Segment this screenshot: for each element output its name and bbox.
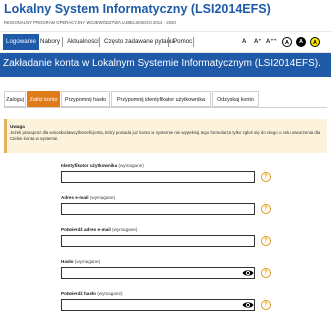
content-panel: Zaloguj Załóż konto Przypomnij hasło Prz… <box>0 77 331 330</box>
contrast-dark-button[interactable]: A <box>296 37 306 47</box>
notice-body: Jeżeli pracujesz dla wnioskodawcy/benefi… <box>10 130 321 141</box>
password-confirm-field: Potwierdź hasło (wymagane) ? <box>61 291 276 311</box>
notice-title: Uwaga <box>10 124 25 129</box>
tab-przypomnij-identyfikator[interactable]: Przypomnij identyfikator użytkownika <box>111 91 211 107</box>
username-input[interactable] <box>61 171 255 183</box>
nav-separator <box>168 37 169 47</box>
tab-zaloz-konto[interactable]: Załóż konto <box>27 91 60 107</box>
password-input[interactable] <box>61 267 255 279</box>
nav-item-faq[interactable]: Często zadawane pytania <box>101 34 178 50</box>
font-larger-button[interactable]: A⁺ <box>254 37 262 47</box>
main-nav: Logowanie Nabory Aktualności Często zada… <box>0 32 331 52</box>
email-confirm-label: Potwierdź adres e-mail (wymagane) <box>61 227 138 232</box>
nav-separator <box>99 37 100 47</box>
nav-separator <box>62 37 63 47</box>
font-normal-button[interactable]: A <box>242 37 246 47</box>
page-banner: Zakładanie konta w Lokalnym Systemie Inf… <box>0 53 331 77</box>
tab-divider <box>4 107 327 108</box>
site-header: Lokalny System Informatyczny (LSI2014EFS… <box>0 0 331 31</box>
help-icon[interactable]: ? <box>261 172 271 182</box>
font-largest-button[interactable]: A⁺⁺ <box>266 37 277 47</box>
contrast-default-button[interactable]: A <box>282 37 292 47</box>
page-title: Zakładanie konta w Lokalnym Systemie Inf… <box>3 58 321 69</box>
password-confirm-input[interactable] <box>61 299 255 311</box>
username-field: Identyfikator użytkownika (wymagane) ? <box>61 163 276 183</box>
password-confirm-label: Potwierdź hasło (wymagane) <box>61 291 123 296</box>
password-label: Hasło (wymagane) <box>61 259 101 264</box>
nav-separator <box>193 37 194 47</box>
password-field: Hasło (wymagane) ? <box>61 259 276 279</box>
help-icon[interactable]: ? <box>261 268 271 278</box>
nav-item-logowanie[interactable]: Logowanie <box>3 34 39 50</box>
notice-box: Uwaga Jeżeli pracujesz dla wnioskodawcy/… <box>4 119 327 153</box>
nav-item-aktualnosci[interactable]: Aktualności <box>64 34 102 50</box>
nav-item-nabory[interactable]: Nabory <box>37 34 63 50</box>
site-title[interactable]: Lokalny System Informatyczny (LSI2014EFS… <box>4 2 271 16</box>
tab-przypomnij-haslo[interactable]: Przypomnij hasło <box>61 91 110 107</box>
help-icon[interactable]: ? <box>261 236 271 246</box>
email-confirm-field: Potwierdź adres e-mail (wymagane) ? <box>61 227 276 247</box>
username-label: Identyfikator użytkownika (wymagane) <box>61 163 144 168</box>
nav-item-pomoc[interactable]: Pomoc <box>170 34 195 50</box>
contrast-yellow-button[interactable]: A <box>310 37 320 47</box>
show-password-eye-icon[interactable] <box>242 268 254 278</box>
help-icon[interactable]: ? <box>261 300 271 310</box>
email-field: Adres e-mail (wymagane) ? <box>61 195 276 215</box>
help-icon[interactable]: ? <box>261 204 271 214</box>
site-subtitle: REGIONALNY PROGRAM OPERACYJNY WOJEWÓDZTW… <box>4 20 176 25</box>
email-label: Adres e-mail (wymagane) <box>61 195 116 200</box>
email-input[interactable] <box>61 203 255 215</box>
tab-zaloguj[interactable]: Zaloguj <box>4 91 26 107</box>
tab-odzyskaj-konto[interactable]: Odzyskaj konto <box>212 91 259 107</box>
email-confirm-input[interactable] <box>61 235 255 247</box>
show-password-eye-icon[interactable] <box>242 300 254 310</box>
